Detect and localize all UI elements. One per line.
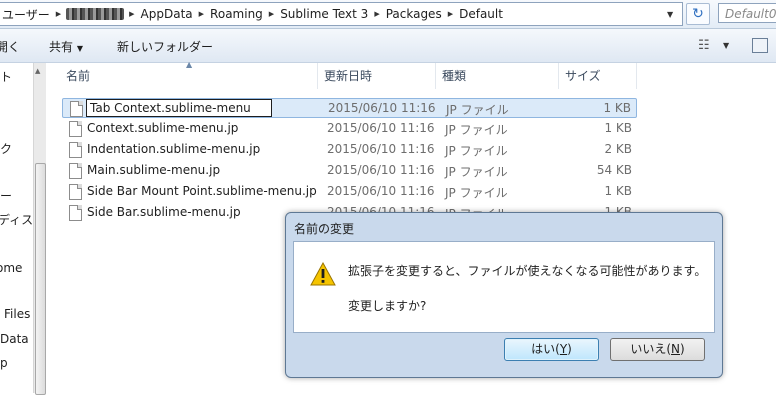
document-icon	[70, 101, 83, 117]
scrollbar-thumb[interactable]	[35, 163, 46, 395]
dialog-question: 変更しますか?	[348, 299, 427, 313]
file-row[interactable]: Context.sublime-menu.jp 2015/06/10 11:16…	[62, 119, 637, 139]
nav-item[interactable]: ー	[0, 187, 12, 204]
warning-icon	[310, 262, 336, 286]
address-bar: ユーザー ▶ ▶ AppData ▶ Roaming ▶ Sublime Tex…	[0, 0, 776, 29]
file-row-selected[interactable]: Tab Context.sublime-menu 2015/06/10 11:1…	[62, 98, 637, 118]
file-size: 2 KB	[604, 142, 632, 156]
yes-accelerator: Y	[559, 342, 568, 356]
file-size: 1 KB	[603, 101, 631, 115]
chevron-right-icon[interactable]: ▶	[268, 10, 275, 18]
file-name: Indentation.sublime-menu.jp	[87, 142, 261, 156]
file-type: JP ファイル	[446, 103, 509, 117]
breadcrumb-item-roaming[interactable]: Roaming	[205, 7, 268, 21]
column-header-size[interactable]: サイズ	[559, 63, 637, 89]
view-options-icon[interactable]: ☷	[698, 38, 710, 53]
refresh-button[interactable]: ↻	[686, 3, 710, 25]
document-icon	[69, 184, 82, 200]
nav-item[interactable]: ク	[0, 140, 12, 157]
breadcrumb-item-packages[interactable]: Packages	[381, 7, 447, 21]
file-date: 2015/06/10 11:16	[327, 184, 435, 198]
redacted-username[interactable]	[66, 8, 125, 20]
chevron-down-icon[interactable]: ▼	[667, 10, 673, 19]
search-input[interactable]: Default0	[718, 3, 776, 23]
file-type: JP ファイル	[445, 123, 508, 137]
chevron-right-icon[interactable]: ▶	[55, 10, 62, 18]
document-icon	[69, 205, 82, 221]
file-type: JP ファイル	[445, 186, 508, 200]
dialog-footer: はい(Y) いいえ(N)	[293, 333, 715, 369]
no-label: いいえ	[630, 342, 667, 356]
file-name: Side Bar Mount Point.sublime-menu.jp	[87, 184, 317, 198]
document-icon	[69, 142, 82, 158]
file-date: 2015/06/10 11:16	[327, 163, 435, 177]
chevron-right-icon[interactable]: ▶	[447, 10, 454, 18]
document-icon	[69, 163, 82, 179]
no-button[interactable]: いいえ(N)	[610, 338, 705, 361]
share-label: 共有	[49, 40, 74, 54]
breadcrumb-item-default[interactable]: Default	[454, 7, 508, 21]
file-type: JP ファイル	[445, 144, 508, 158]
no-accelerator: N	[671, 342, 680, 356]
nav-item[interactable]: Files	[4, 307, 30, 321]
file-row[interactable]: Main.sublime-menu.jp 2015/06/10 11:16 JP…	[62, 161, 637, 181]
new-folder-button[interactable]: 新しいフォルダー	[117, 38, 213, 55]
file-name: Context.sublime-menu.jp	[87, 121, 239, 135]
open-button[interactable]: 開く	[0, 38, 20, 55]
command-bar: 開く 共有 ▼ 新しいフォルダー ☷ ▼	[0, 29, 776, 63]
scroll-up-icon[interactable]: ▲	[35, 67, 40, 75]
dialog-body: 拡張子を変更すると、ファイルが使えなくなる可能性があります。 変更しますか?	[293, 241, 715, 333]
file-size: 1 KB	[604, 121, 632, 135]
column-header-date[interactable]: 更新日時	[318, 63, 436, 89]
file-size: 1 KB	[604, 184, 632, 198]
breadcrumb[interactable]: ユーザー ▶ ▶ AppData ▶ Roaming ▶ Sublime Tex…	[0, 2, 683, 26]
nav-item[interactable]: p	[0, 356, 8, 370]
breadcrumb-item-appdata[interactable]: AppData	[136, 7, 198, 21]
file-date: 2015/06/10 11:16	[327, 121, 435, 135]
dialog-message: 拡張子を変更すると、ファイルが使えなくなる可能性があります。	[348, 264, 707, 278]
column-header-name[interactable]: 名前	[60, 63, 318, 89]
nav-item[interactable]: ト	[0, 68, 12, 85]
rename-input[interactable]: Tab Context.sublime-menu	[86, 99, 272, 117]
chevron-down-icon[interactable]: ▼	[723, 41, 729, 50]
yes-button[interactable]: はい(Y)	[504, 338, 599, 361]
file-size: 54 KB	[596, 163, 632, 177]
rename-confirm-dialog: 名前の変更 拡張子を変更すると、ファイルが使えなくなる可能性があります。 変更し…	[285, 212, 723, 378]
file-row[interactable]: Indentation.sublime-menu.jp 2015/06/10 1…	[62, 140, 637, 160]
navigation-pane: ト ク ー ディス ome Files Data p	[0, 63, 34, 393]
share-button[interactable]: 共有 ▼	[49, 38, 83, 55]
navigation-scrollbar[interactable]: ▲	[33, 63, 46, 395]
chevron-right-icon[interactable]: ▶	[198, 10, 205, 18]
file-type: JP ファイル	[445, 165, 508, 179]
column-header-row: ▲ 名前 更新日時 種類 サイズ	[46, 60, 776, 89]
nav-item[interactable]: Data	[0, 332, 29, 346]
file-row[interactable]: Side Bar Mount Point.sublime-menu.jp 201…	[62, 182, 637, 202]
document-icon	[69, 121, 82, 137]
file-name: Side Bar.sublime-menu.jp	[87, 205, 241, 219]
nav-item[interactable]: ome	[0, 261, 22, 275]
chevron-right-icon[interactable]: ▶	[373, 10, 380, 18]
dialog-title: 名前の変更	[294, 222, 355, 236]
file-date: 2015/06/10 11:16	[328, 101, 436, 115]
refresh-icon: ↻	[692, 6, 704, 22]
breadcrumb-item-sublime-text-3[interactable]: Sublime Text 3	[275, 7, 373, 21]
nav-item[interactable]: ディス	[0, 211, 33, 228]
chevron-down-icon: ▼	[76, 44, 83, 53]
preview-pane-icon[interactable]	[752, 38, 768, 53]
yes-label: はい	[531, 342, 556, 356]
file-name: Main.sublime-menu.jp	[87, 163, 221, 177]
file-date: 2015/06/10 11:16	[327, 142, 435, 156]
column-header-type[interactable]: 種類	[436, 63, 559, 89]
chevron-right-icon[interactable]: ▶	[128, 10, 135, 18]
breadcrumb-item-users[interactable]: ユーザー	[0, 6, 55, 23]
